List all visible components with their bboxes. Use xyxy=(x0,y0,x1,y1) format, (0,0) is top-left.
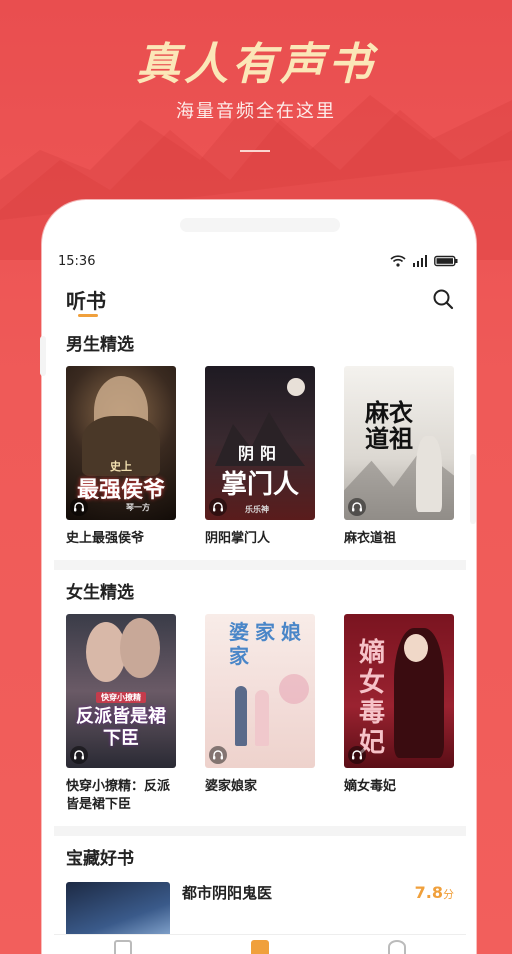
cover-title: 婆家娘家 xyxy=(229,620,307,668)
top-bar: 听书 xyxy=(54,276,466,322)
title-underline xyxy=(78,314,98,317)
status-icons xyxy=(390,255,458,267)
book-cover[interactable]: 史上 最强侯爷 琴一方 xyxy=(66,366,176,520)
phone-button-left xyxy=(40,336,46,376)
headphone-icon xyxy=(209,746,227,764)
status-time: 15:36 xyxy=(58,253,96,269)
book-cover[interactable]: 婆家娘家 xyxy=(205,614,315,768)
book-tab-icon[interactable] xyxy=(113,940,132,954)
cover-title: 掌门人 xyxy=(220,470,299,500)
section-male-picks: 男生精选 史上 最强侯爷 琴一方 史上最强侯爷 阴阳 掌门人 乐乐神 阴阳掌门人… xyxy=(54,322,466,560)
cover-figure-male xyxy=(120,618,160,678)
promo-title: 真人有声书 xyxy=(136,39,376,90)
book-cover[interactable]: 快穿小撩精 反派皆是裙下臣 xyxy=(66,614,176,768)
phone-button-right xyxy=(470,454,476,524)
cover-author: 乐乐神 xyxy=(245,504,269,514)
section-title: 女生精选 xyxy=(66,583,134,603)
promo-divider xyxy=(240,150,270,152)
book-list: 快穿小撩精 反派皆是裙下臣 快穿小撩精：反派皆是裙下臣 婆家娘家 婆家娘家 嫡女… xyxy=(66,610,454,814)
book-title: 史上最强侯爷 xyxy=(66,531,145,546)
cover-face xyxy=(404,634,428,662)
cover-title: 麻衣道祖 xyxy=(365,398,413,453)
section-treasure-books: 宝藏好书 都市阴阳鬼医 7.8分 xyxy=(54,836,466,948)
cover-figure-male xyxy=(235,686,247,746)
score-value: 7.8 xyxy=(414,883,443,902)
book-card[interactable]: 麻衣道祖 麻衣道祖 xyxy=(344,366,454,548)
book-cover[interactable] xyxy=(66,882,170,942)
score-unit: 分 xyxy=(443,888,454,901)
battery-icon xyxy=(434,255,458,267)
section-title: 男生精选 xyxy=(66,335,134,355)
cover-author: 琴一方 xyxy=(126,502,150,512)
cover-blossom xyxy=(279,674,309,704)
listen-tab-icon[interactable] xyxy=(250,940,269,954)
headphone-icon xyxy=(70,498,88,516)
book-title: 都市阴阳鬼医 xyxy=(182,884,273,902)
phone-screen: 15:36 听书 男生精选 史上 最强侯爷 琴一方 史上最强侯爷 阴阳 掌门人 … xyxy=(54,246,466,954)
cover-title: 嫡女毒妃 xyxy=(358,638,385,758)
book-title: 阴阳掌门人 xyxy=(205,531,271,546)
book-card[interactable]: 阴阳 掌门人 乐乐神 阴阳掌门人 xyxy=(205,366,315,548)
phone-speaker xyxy=(180,218,340,232)
list-item[interactable]: 都市阴阳鬼医 7.8分 xyxy=(66,882,454,942)
section-female-picks: 女生精选 快穿小撩精 反派皆是裙下臣 快穿小撩精：反派皆是裙下臣 婆家娘家 婆家… xyxy=(54,570,466,826)
bottom-tab-bar xyxy=(54,934,466,954)
book-card[interactable]: 史上 最强侯爷 琴一方 史上最强侯爷 xyxy=(66,366,176,548)
status-bar: 15:36 xyxy=(54,246,466,276)
book-title: 嫡女毒妃 xyxy=(344,779,397,794)
page-title: 听书 xyxy=(66,288,106,313)
book-card[interactable]: 快穿小撩精 反派皆是裙下臣 快穿小撩精：反派皆是裙下臣 xyxy=(66,614,176,814)
headphone-icon xyxy=(348,498,366,516)
cover-figure-female xyxy=(255,690,269,746)
book-info: 都市阴阳鬼医 7.8分 xyxy=(170,882,454,903)
cover-moon xyxy=(287,378,305,396)
headphone-icon xyxy=(209,498,227,516)
book-title-row: 都市阴阳鬼医 7.8分 xyxy=(182,882,454,903)
headphone-icon xyxy=(70,746,88,764)
book-title: 麻衣道祖 xyxy=(344,531,397,546)
headphone-icon xyxy=(348,746,366,764)
cover-badge: 阴阳 xyxy=(237,444,282,463)
book-cover[interactable]: 阴阳 掌门人 乐乐神 xyxy=(205,366,315,520)
book-card[interactable]: 嫡女毒妃 嫡女毒妃 xyxy=(344,614,454,814)
book-title: 婆家娘家 xyxy=(205,779,258,794)
book-cover[interactable]: 嫡女毒妃 xyxy=(344,614,454,768)
cover-badge: 快穿小撩精 xyxy=(96,692,146,703)
search-icon[interactable] xyxy=(432,288,454,310)
signal-icon xyxy=(413,255,427,267)
promo-subtitle: 海量音频全在这里 xyxy=(176,101,336,122)
book-cover[interactable]: 麻衣道祖 xyxy=(344,366,454,520)
book-title: 快穿小撩精：反派皆是裙下臣 xyxy=(66,779,171,812)
book-list: 史上 最强侯爷 琴一方 史上最强侯爷 阴阳 掌门人 乐乐神 阴阳掌门人 麻衣道祖… xyxy=(66,362,454,548)
wifi-icon xyxy=(390,255,406,267)
profile-tab-icon[interactable] xyxy=(388,940,407,954)
cover-title: 反派皆是裙下臣 xyxy=(76,706,166,749)
book-card[interactable]: 婆家娘家 婆家娘家 xyxy=(205,614,315,814)
book-score: 7.8分 xyxy=(415,883,454,902)
section-title: 宝藏好书 xyxy=(66,849,134,869)
